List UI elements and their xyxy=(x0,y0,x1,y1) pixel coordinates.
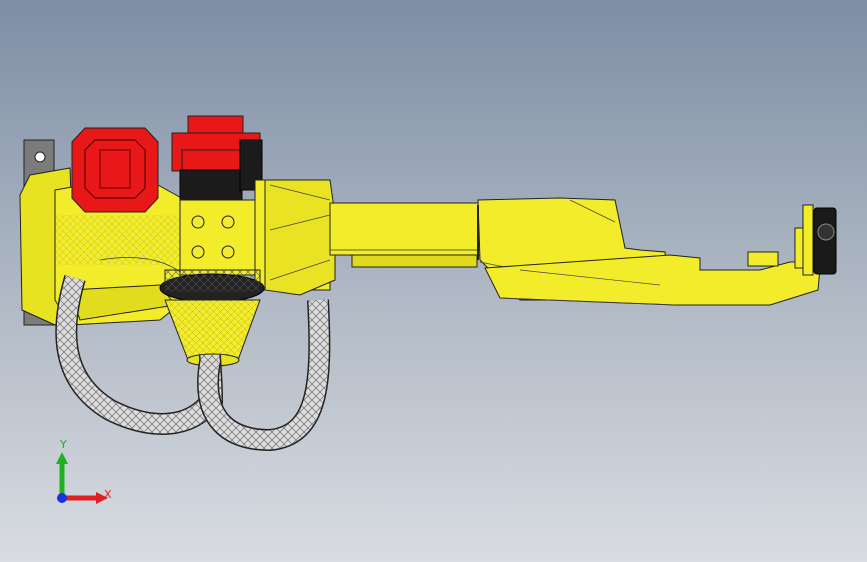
wrist-flange xyxy=(794,204,837,276)
z-axis-dot-icon xyxy=(57,493,67,503)
cad-viewport[interactable]: Y X xyxy=(0,0,867,562)
y-axis-arrow-icon xyxy=(56,452,68,464)
coordinate-triad: Y X xyxy=(56,440,112,504)
red-motor-left xyxy=(71,127,159,213)
reducer-cone xyxy=(159,269,265,367)
robot-arm-model[interactable] xyxy=(0,0,867,562)
x-axis-label: X xyxy=(104,488,112,501)
y-axis-label: Y xyxy=(59,440,67,451)
